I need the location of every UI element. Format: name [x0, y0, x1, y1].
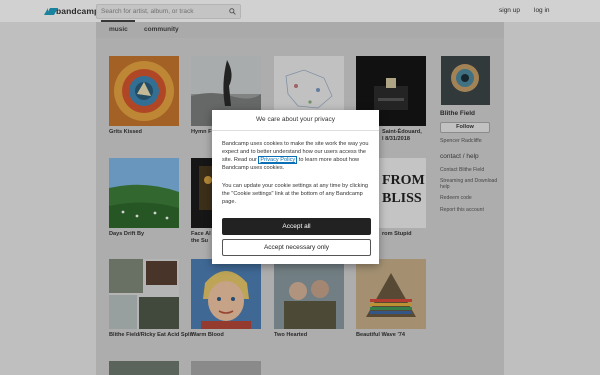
- cookie-settings-note: You can update your cookie settings at a…: [222, 183, 368, 205]
- accept-all-button[interactable]: Accept all: [222, 218, 371, 235]
- privacy-policy-link[interactable]: Privacy Policy: [258, 156, 298, 164]
- dialog-title: We care about your privacy: [256, 116, 335, 123]
- cookie-consent-dialog: We care about your privacy Bandcamp uses…: [212, 110, 379, 264]
- accept-necessary-button[interactable]: Accept necessary only: [222, 239, 371, 256]
- divider: [212, 130, 379, 131]
- cookie-explanation: Bandcamp uses cookies to make the site w…: [222, 140, 372, 172]
